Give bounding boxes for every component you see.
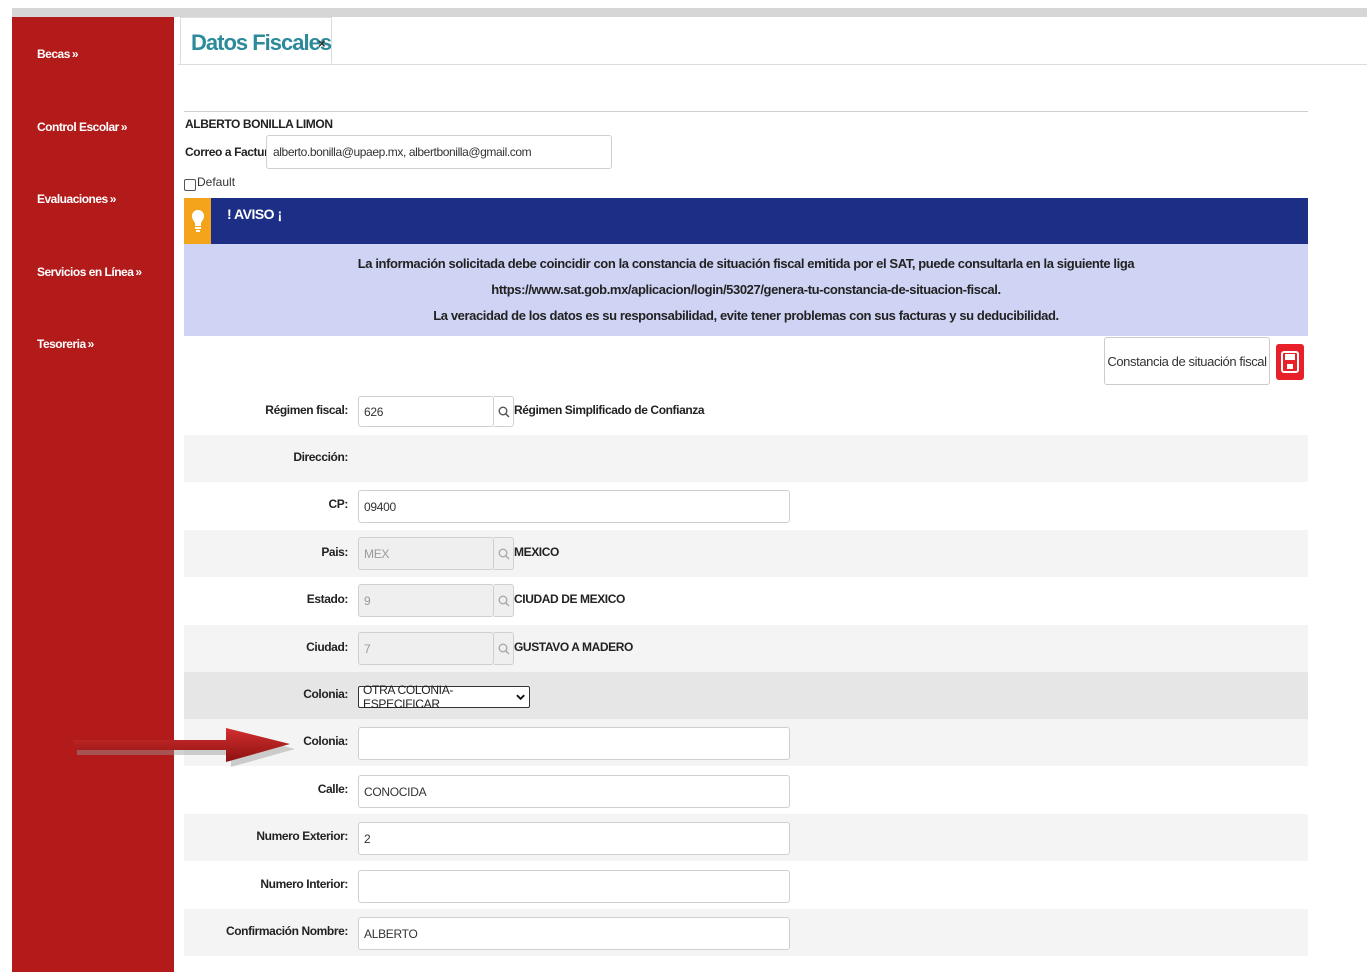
floppy-disk-icon <box>1281 351 1299 373</box>
aviso-link-text: https://www.sat.gob.mx/aplicacion/login/… <box>491 282 1001 297</box>
tab-datos-fiscales[interactable]: Datos Fiscales × <box>180 17 332 64</box>
ciudad-lookup-button <box>494 632 514 665</box>
numero-interior-input[interactable] <box>358 870 790 903</box>
row-pais: Pais: MEX MEXICO <box>184 530 1308 577</box>
row-colonia-select: Colonia: OTRA COLONIA-ESPECIFICAR <box>184 672 1308 719</box>
pais-input: MEX <box>358 537 494 570</box>
sidebar-item-label: Evaluaciones <box>37 192 108 206</box>
default-checkbox-group: Default <box>184 173 235 191</box>
aviso-body: La información solicitada debe coincidir… <box>184 244 1308 336</box>
sidebar-item-control-escolar[interactable]: Control Escolar» <box>37 120 128 134</box>
chevron-right-icon: » <box>71 47 79 61</box>
ciudad-label: Ciudad: <box>306 640 348 654</box>
chevron-right-icon: » <box>87 337 95 351</box>
search-icon <box>498 595 510 607</box>
correo-facturar-input[interactable] <box>266 135 612 169</box>
red-arrow-icon <box>74 728 295 767</box>
sidebar-item-becas[interactable]: Becas» <box>37 47 79 61</box>
regimen-fiscal-label: Régimen fiscal: <box>265 403 348 417</box>
numero-exterior-input[interactable]: 2 <box>358 822 790 855</box>
sidebar-item-evaluaciones[interactable]: Evaluaciones» <box>37 192 116 206</box>
calle-input[interactable]: CONOCIDA <box>358 775 790 808</box>
calle-label: Calle: <box>317 782 349 796</box>
top-divider <box>12 8 1367 17</box>
direccion-label: Dirección: <box>293 450 348 464</box>
numero-exterior-label: Numero Exterior: <box>256 829 348 843</box>
pais-desc: MEXICO <box>514 545 559 559</box>
sidebar-item-label: Becas <box>37 47 70 61</box>
regimen-fiscal-input[interactable]: 626 <box>358 396 494 427</box>
chevron-right-icon: » <box>120 120 128 134</box>
search-icon <box>498 548 510 560</box>
chevron-down-icon <box>516 694 525 701</box>
sidebar: Becas» Control Escolar» Evaluaciones» Se… <box>12 17 174 972</box>
top-bar <box>0 0 1367 8</box>
row-calle: Calle: CONOCIDA <box>184 767 1308 814</box>
colonia-select[interactable]: OTRA COLONIA-ESPECIFICAR <box>358 683 530 711</box>
aviso-line: La veracidad de los datos es su responsa… <box>433 308 1059 323</box>
row-regimen-fiscal: Régimen fiscal: 626 Régimen Simplificado… <box>184 388 1308 435</box>
colonia-select-value: OTRA COLONIA-ESPECIFICAR <box>363 683 454 711</box>
sidebar-item-label: Servicios en Línea <box>37 265 134 279</box>
aviso-line: La información solicitada debe coincidir… <box>357 256 1135 271</box>
close-icon[interactable]: × <box>318 36 326 51</box>
search-icon <box>498 406 510 418</box>
row-colonia-text: Colonia: <box>184 719 1308 766</box>
pais-label: Pais: <box>321 545 348 559</box>
row-estado: Estado: 9 CIUDAD DE MEXICO <box>184 577 1308 624</box>
regimen-fiscal-desc: Régimen Simplificado de Confianza <box>514 403 705 417</box>
ciudad-input: 7 <box>358 632 494 665</box>
numero-interior-label: Numero Interior: <box>260 877 348 891</box>
row-confirmacion-nombre: Confirmación Nombre: ALBERTO <box>184 909 1308 956</box>
estado-desc: CIUDAD DE MEXICO <box>514 592 625 606</box>
row-ciudad: Ciudad: 7 GUSTAVO A MADERO <box>184 625 1308 672</box>
regimen-lookup-button[interactable] <box>494 396 514 427</box>
tab-title: Datos Fiscales <box>191 30 332 55</box>
chevron-right-icon: » <box>109 192 117 206</box>
aviso-title: ! AVISO ¡ <box>227 206 282 222</box>
save-button[interactable] <box>1276 344 1304 380</box>
pais-lookup-button <box>494 537 514 570</box>
default-checkbox[interactable] <box>184 179 196 191</box>
confirmacion-nombre-input[interactable]: ALBERTO <box>358 917 790 950</box>
row-direccion: Dirección: <box>184 435 1308 482</box>
search-icon <box>498 643 510 655</box>
estado-input: 9 <box>358 584 494 617</box>
row-numero-interior: Numero Interior: <box>184 862 1308 909</box>
cp-label: CP: <box>328 497 349 511</box>
sidebar-item-tesoreria[interactable]: Tesoreria» <box>37 337 94 351</box>
colonia-text-input[interactable] <box>358 727 790 760</box>
ciudad-desc: GUSTAVO A MADERO <box>514 640 633 654</box>
aviso-header: ! AVISO ¡ <box>184 198 1308 244</box>
lightbulb-icon <box>184 198 211 244</box>
confirmacion-nombre-label: Confirmación Nombre: <box>225 924 348 938</box>
row-cp: CP: 09400 <box>184 482 1308 529</box>
sidebar-item-servicios-en-linea[interactable]: Servicios en Línea» <box>37 265 142 279</box>
colonia-select-label: Colonia: <box>303 687 348 701</box>
chevron-right-icon: » <box>135 265 142 279</box>
estado-label: Estado: <box>306 592 349 606</box>
default-label: Default <box>197 175 236 189</box>
estado-lookup-button <box>494 584 514 617</box>
sidebar-item-label: Tesoreria <box>37 337 86 351</box>
constancia-situacion-fiscal-button[interactable]: Constancia de situación fiscal <box>1104 337 1270 385</box>
tab-bar: Datos Fiscales × <box>178 17 1367 65</box>
cp-input[interactable]: 09400 <box>358 490 790 523</box>
person-name: ALBERTO BONILLA LIMON <box>185 117 333 131</box>
content-divider <box>184 111 1308 112</box>
sidebar-item-label: Control Escolar <box>37 120 119 134</box>
colonia-text-label: Colonia: <box>303 734 348 748</box>
row-numero-exterior: Numero Exterior: 2 <box>184 814 1308 861</box>
